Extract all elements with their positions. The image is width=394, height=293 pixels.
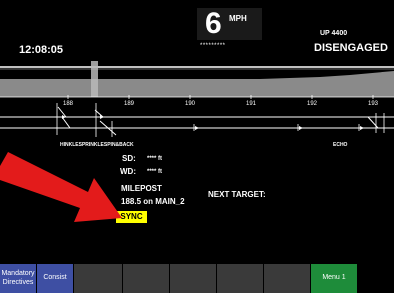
arrow-shape <box>0 152 122 222</box>
screenshot: 6 MPH ********* 12:08:05 UP 4400 DISENGA… <box>0 0 394 293</box>
annotation-arrow-icon <box>0 152 122 222</box>
